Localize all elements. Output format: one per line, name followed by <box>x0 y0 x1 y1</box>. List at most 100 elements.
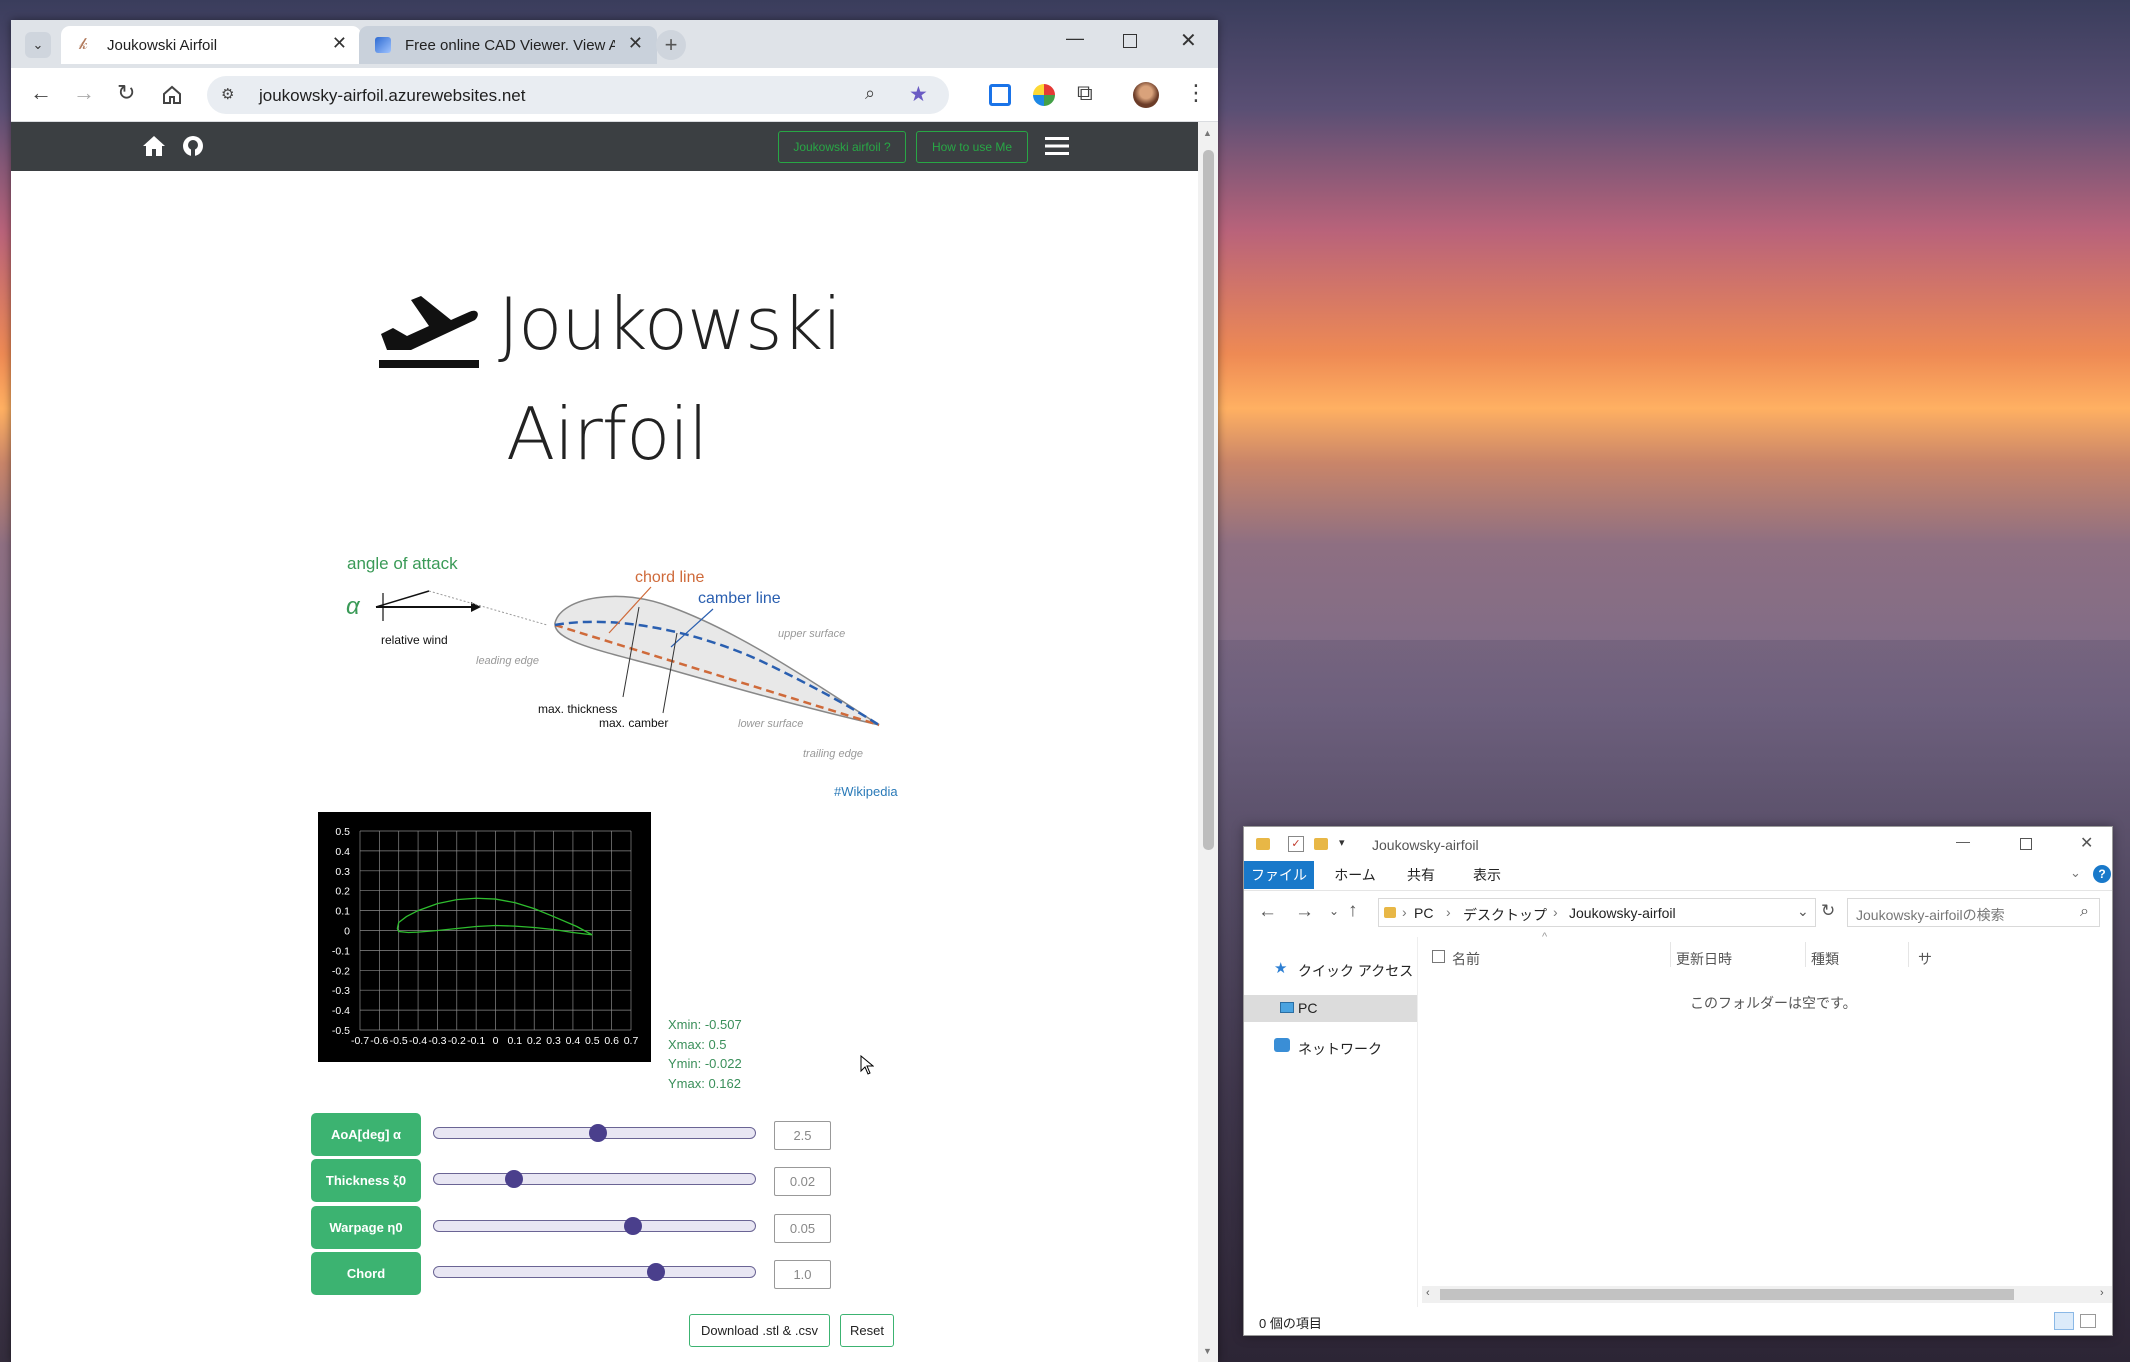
ribbon-tab-share[interactable]: 共有 <box>1392 861 1450 889</box>
address-bar[interactable]: ⚙ joukowsky-airfoil.azurewebsites.net ⌕ … <box>207 76 949 114</box>
thickness-label-button[interactable]: Thickness ξ0 <box>311 1159 421 1202</box>
camber-line-label: camber line <box>698 590 781 607</box>
tab-joukowski-airfoil[interactable]: 𝓀 Joukowski Airfoil ✕ <box>61 26 361 64</box>
path-segment-folder[interactable]: Joukowsky-airfoil <box>1569 905 1676 921</box>
page-scrollbar[interactable]: ▲ ▼ <box>1198 122 1218 1362</box>
status-item-count: 0 個の項目 <box>1259 1316 1322 1331</box>
column-name[interactable]: 名前 <box>1452 949 1480 969</box>
tab-search-icon[interactable]: ⌄ <box>25 32 51 58</box>
ribbon-tab-view[interactable]: 表示 <box>1458 861 1516 889</box>
thickness-slider-thumb[interactable] <box>504 1170 523 1188</box>
qat-dropdown-icon[interactable]: ▾ <box>1339 836 1345 849</box>
close-window-icon[interactable]: ✕ <box>2080 833 2093 853</box>
close-tab-icon[interactable]: ✕ <box>628 33 643 54</box>
path-segment-desktop[interactable]: デスクトップ <box>1463 905 1547 925</box>
close-tab-icon[interactable]: ✕ <box>332 33 347 54</box>
zoom-icon[interactable]: ⌕ <box>865 83 875 104</box>
tab-title: Joukowski Airfoil <box>107 37 218 54</box>
profile-avatar[interactable] <box>1133 82 1159 108</box>
reload-icon[interactable]: ↻ <box>117 80 135 106</box>
ribbon-tab-file[interactable]: ファイル <box>1244 861 1314 889</box>
up-folder-icon[interactable]: ↑ <box>1348 900 1358 922</box>
path-segment-pc[interactable]: PC <box>1414 905 1433 921</box>
column-type[interactable]: 種類 <box>1811 949 1839 969</box>
color-extension-icon[interactable] <box>1033 84 1055 106</box>
wikipedia-link[interactable]: #Wikipedia <box>834 784 898 799</box>
warpage-slider[interactable] <box>433 1220 756 1232</box>
hamburger-menu-icon[interactable] <box>1045 136 1069 161</box>
scroll-right-icon[interactable]: › <box>2100 1287 2104 1299</box>
scroll-down-icon[interactable]: ▼ <box>1203 1346 1212 1356</box>
explorer-path-bar[interactable]: › PC › デスクトップ › Joukowsky-airfoil ⌄ <box>1378 898 1816 927</box>
quick-properties-icon[interactable]: ✓ <box>1288 836 1304 852</box>
select-all-checkbox[interactable] <box>1432 950 1445 963</box>
warpage-slider-thumb[interactable] <box>624 1217 643 1235</box>
scrollbar-thumb[interactable] <box>1203 150 1214 850</box>
menu-kebab-icon[interactable]: ⋮ <box>1185 80 1207 106</box>
column-size[interactable]: サ <box>1918 949 1932 969</box>
details-view-icon[interactable] <box>2054 1312 2074 1330</box>
column-divider[interactable] <box>1670 942 1671 967</box>
search-icon[interactable]: ⌕ <box>2080 903 2089 921</box>
close-window-icon[interactable]: ✕ <box>1180 28 1197 53</box>
scrollbar-thumb[interactable] <box>1440 1289 2014 1300</box>
nav-item-quick-access[interactable]: ★ クイック アクセス <box>1244 957 1417 983</box>
home-icon[interactable] <box>142 135 166 162</box>
joukowski-info-button[interactable]: Joukowski airfoil ? <box>778 131 906 163</box>
home-icon[interactable] <box>162 85 182 110</box>
new-tab-icon[interactable]: + <box>656 30 686 60</box>
warpage-label-button[interactable]: Warpage η0 <box>311 1206 421 1249</box>
minimize-icon[interactable]: — <box>1956 833 1970 849</box>
maximize-icon[interactable] <box>1123 34 1137 48</box>
forward-icon[interactable]: → <box>1295 901 1314 923</box>
path-dropdown-icon[interactable]: ⌄ <box>1797 903 1809 920</box>
minimize-icon[interactable]: — <box>1066 28 1084 49</box>
thickness-slider[interactable] <box>433 1173 756 1185</box>
download-button[interactable]: Download .stl & .csv <box>689 1314 830 1347</box>
chart-x-tick-label: -0.7 <box>351 1035 369 1047</box>
recent-locations-icon[interactable]: ⌄ <box>1329 904 1339 918</box>
bookmark-star-icon[interactable]: ★ <box>909 82 928 107</box>
maximize-icon[interactable] <box>2020 838 2032 850</box>
aoa-label-button[interactable]: AoA[deg] α <box>311 1113 421 1156</box>
ribbon-tab-home[interactable]: ホーム <box>1326 861 1384 889</box>
reset-button[interactable]: Reset <box>840 1314 894 1347</box>
back-icon[interactable]: ← <box>30 80 52 106</box>
scroll-up-icon[interactable]: ▲ <box>1203 128 1212 138</box>
warpage-value[interactable]: 0.05 <box>774 1214 831 1243</box>
forward-icon[interactable]: → <box>73 80 95 106</box>
help-icon[interactable]: ? <box>2093 865 2111 883</box>
chord-value[interactable]: 1.0 <box>774 1260 831 1289</box>
screenshot-extension-icon[interactable] <box>989 84 1011 106</box>
ribbon-expand-icon[interactable]: ⌄ <box>2070 865 2081 881</box>
chord-slider-thumb[interactable] <box>646 1263 665 1281</box>
ymax-value: Ymax: 0.162 <box>668 1075 741 1091</box>
thickness-value[interactable]: 0.02 <box>774 1167 831 1196</box>
lower-surface-label: lower surface <box>738 718 803 730</box>
new-folder-icon[interactable] <box>1314 838 1328 850</box>
explorer-search-box[interactable]: Joukowsky-airfoilの検索 ⌕ <box>1847 898 2100 927</box>
nav-item-network[interactable]: ネットワーク <box>1244 1034 1417 1060</box>
nav-item-pc[interactable]: PC <box>1244 995 1417 1022</box>
aoa-value[interactable]: 2.5 <box>774 1121 831 1150</box>
page-title-line1: Joukowski <box>498 282 842 366</box>
aoa-slider-thumb[interactable] <box>588 1124 607 1142</box>
ymin-value: Ymin: -0.022 <box>668 1056 742 1071</box>
extensions-puzzle-icon[interactable]: ⧉ <box>1077 80 1093 106</box>
how-to-use-button[interactable]: How to use Me <box>916 131 1028 163</box>
tab-cad-viewer[interactable]: Free online CAD Viewer. View A ✕ <box>359 26 657 64</box>
column-divider[interactable] <box>1908 942 1909 967</box>
horizontal-scrollbar[interactable]: ‹ › <box>1422 1286 2112 1303</box>
scroll-left-icon[interactable]: ‹ <box>1426 1287 1430 1299</box>
empty-folder-message: このフォルダーは空です。 <box>1690 995 1857 1011</box>
back-icon[interactable]: ← <box>1258 901 1277 923</box>
chord-label-button[interactable]: Chord <box>311 1252 421 1295</box>
column-divider[interactable] <box>1805 942 1806 967</box>
chart-y-tick-label: -0.4 <box>332 1005 350 1017</box>
chord-slider[interactable] <box>433 1266 756 1278</box>
column-modified[interactable]: 更新日時 <box>1676 949 1732 969</box>
site-info-icon[interactable]: ⚙ <box>221 85 234 103</box>
refresh-icon[interactable]: ↻ <box>1821 901 1835 921</box>
large-icons-view-icon[interactable] <box>2080 1314 2096 1328</box>
github-icon[interactable] <box>182 135 204 162</box>
